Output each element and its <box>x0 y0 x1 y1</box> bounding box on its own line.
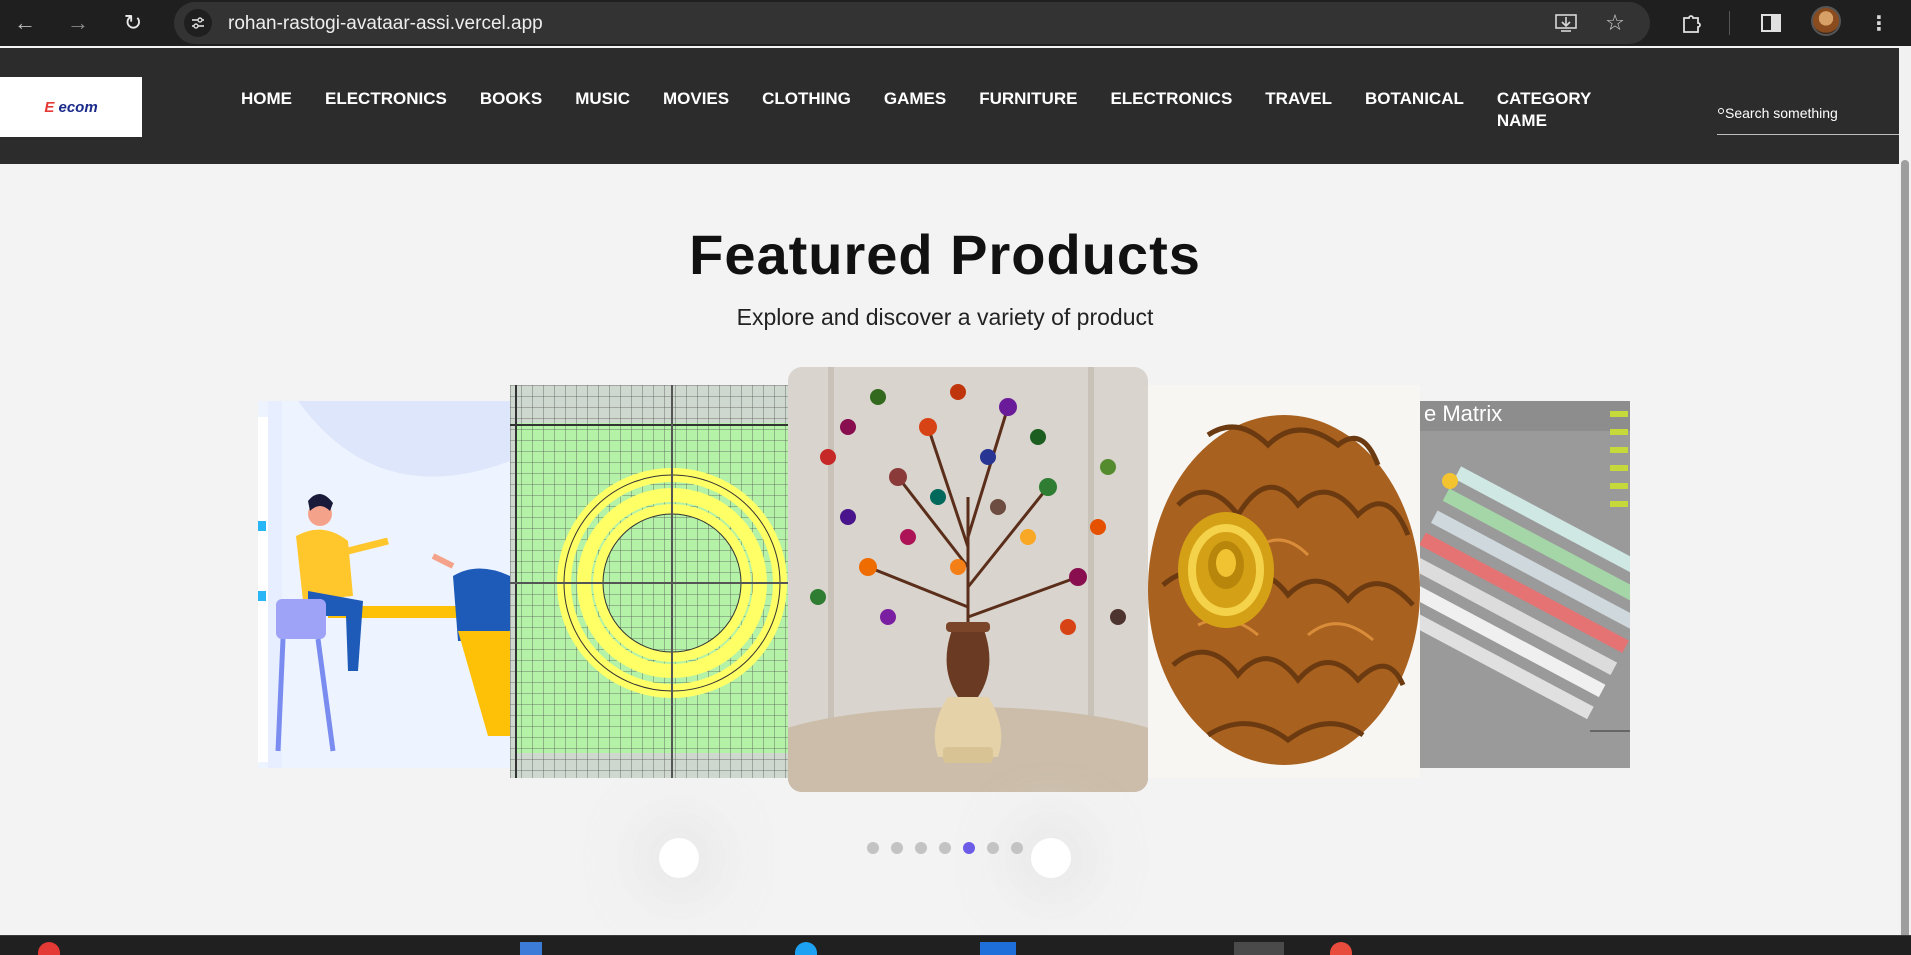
toolbar-divider <box>1729 11 1730 35</box>
carousel-card-2[interactable] <box>510 385 790 778</box>
nav-botanical[interactable]: BOTANICAL <box>1365 88 1464 132</box>
featured-subtitle: Explore and discover a variety of produc… <box>736 304 1154 330</box>
url-text[interactable]: rohan-rastogi-avataar-assi.vercel.app <box>228 13 543 35</box>
nav-home[interactable]: HOME <box>241 88 292 132</box>
nav-movies[interactable]: MOVIES <box>663 88 729 132</box>
bead-tree-vase-image <box>788 367 1148 792</box>
carousel-card-5[interactable]: e Matrix <box>1420 401 1630 768</box>
carousel-prev-button[interactable] <box>659 838 699 878</box>
carousel-dot-5[interactable] <box>963 842 975 854</box>
carousel-card-1[interactable] <box>258 401 510 768</box>
rudraksha-gold-image <box>1148 385 1420 778</box>
extensions-icon[interactable] <box>1678 10 1704 36</box>
menu-dots-icon[interactable]: ⋮ <box>1866 10 1892 36</box>
back-icon[interactable]: ← <box>10 8 40 38</box>
weather-icon[interactable] <box>38 942 60 955</box>
logo-e-mark: E <box>44 98 55 116</box>
carousel-dots <box>867 842 1035 854</box>
page-scrollbar-thumb[interactable] <box>1901 160 1909 940</box>
address-bar[interactable]: rohan-rastogi-avataar-assi.vercel.app <box>174 2 1650 44</box>
reload-icon[interactable]: ↻ <box>118 8 148 38</box>
browser-toolbar: ← → ↻ rohan-rastogi-avataar-assi.vercel.… <box>0 0 1911 46</box>
nav-furniture[interactable]: FURNITURE <box>979 88 1077 132</box>
nav-travel[interactable]: TRAVEL <box>1265 88 1332 132</box>
carousel-card-3-active[interactable] <box>788 367 1148 792</box>
logo-text: ecom <box>58 98 98 116</box>
nav-category-name[interactable]: CATEGORY NAME <box>1497 88 1597 132</box>
carousel-card-4[interactable] <box>1148 385 1420 778</box>
taskbar-app-icon[interactable] <box>1234 942 1284 955</box>
carousel-dot-6[interactable] <box>987 842 999 854</box>
carousel-dot-2[interactable] <box>891 842 903 854</box>
nav-clothing[interactable]: CLOTHING <box>762 88 851 132</box>
carousel-dot-4[interactable] <box>939 842 951 854</box>
site-info-icon[interactable] <box>184 9 212 37</box>
matrix-caption: e Matrix <box>1424 401 1503 426</box>
people-meeting-image <box>258 401 510 768</box>
taskbar-app-icon[interactable] <box>795 942 817 955</box>
search-box <box>1717 95 1899 135</box>
search-icon <box>1718 108 1724 114</box>
main-nav: HOME ELECTRONICS BOOKS MUSIC MOVIES CLOT… <box>241 88 1630 132</box>
taskbar-app-icon[interactable] <box>980 942 1016 955</box>
matrix-diagram-image <box>1420 401 1630 768</box>
logo[interactable]: E ecom <box>0 77 142 137</box>
carousel-next-button[interactable] <box>1031 838 1071 878</box>
nav-music[interactable]: MUSIC <box>575 88 630 132</box>
nav-electronics-2[interactable]: ELECTRONICS <box>1110 88 1232 132</box>
side-panel-icon[interactable] <box>1758 10 1784 36</box>
carousel-dot-1[interactable] <box>867 842 879 854</box>
nav-books[interactable]: BOOKS <box>480 88 542 132</box>
taskbar-app-icon[interactable] <box>1330 942 1352 955</box>
featured-title: Featured Products <box>689 223 1201 286</box>
forward-icon[interactable]: → <box>63 8 93 38</box>
circle-grid-image <box>510 385 790 778</box>
site-header: E ecom HOME ELECTRONICS BOOKS MUSIC MOVI… <box>0 48 1899 164</box>
carousel-dot-3[interactable] <box>915 842 927 854</box>
os-taskbar <box>0 935 1911 955</box>
carousel-dot-7[interactable] <box>1011 842 1023 854</box>
install-app-icon[interactable] <box>1553 10 1579 36</box>
nav-games[interactable]: GAMES <box>884 88 946 132</box>
taskbar-app-icon[interactable] <box>520 942 542 955</box>
search-input[interactable] <box>1725 101 1895 125</box>
bookmark-star-icon[interactable]: ☆ <box>1602 10 1628 36</box>
nav-electronics[interactable]: ELECTRONICS <box>325 88 447 132</box>
profile-avatar[interactable] <box>1811 6 1841 36</box>
